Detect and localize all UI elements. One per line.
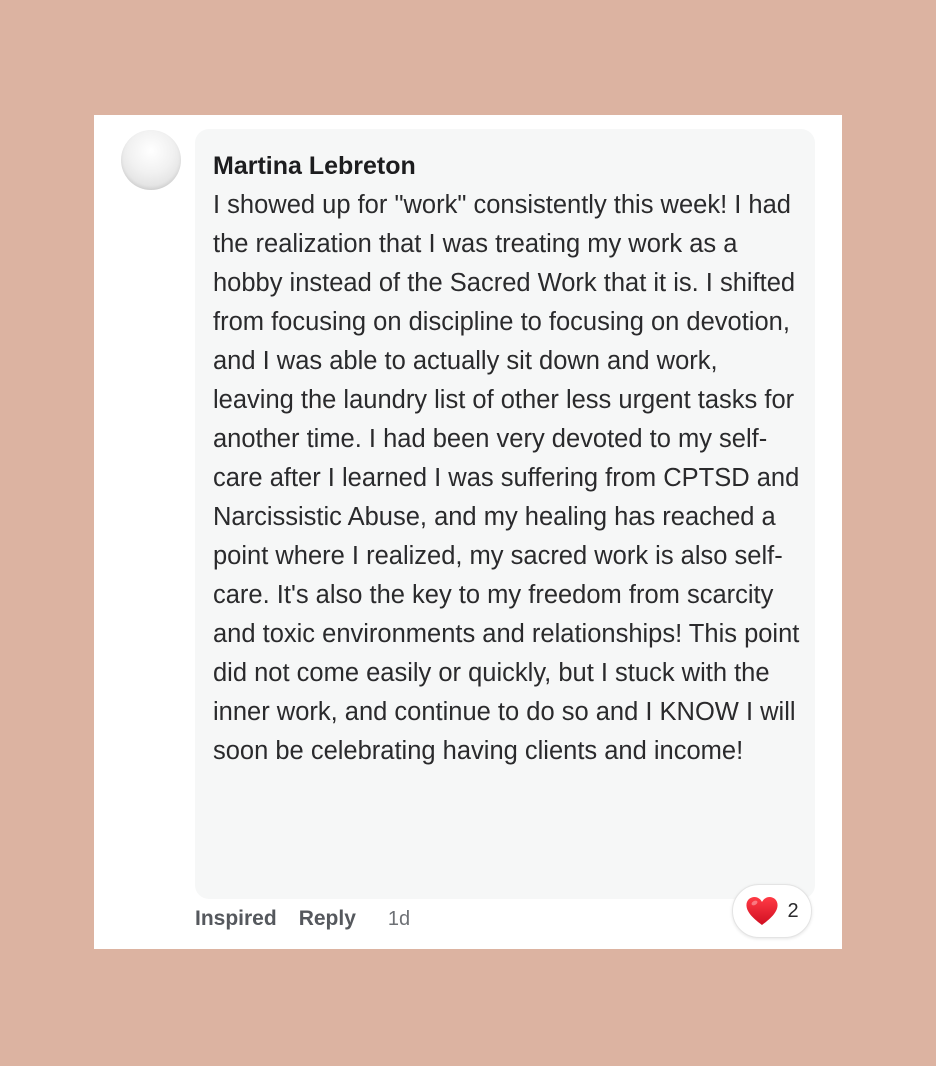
- inspired-button[interactable]: Inspired: [195, 907, 277, 931]
- comment-card: Martina Lebreton I showed up for "work" …: [94, 115, 842, 949]
- comment-text: I showed up for "work" consistently this…: [213, 191, 800, 765]
- comment-actions: Inspired Reply 1d: [195, 904, 410, 934]
- reaction-button[interactable]: 2: [732, 884, 812, 938]
- reaction-count: 2: [787, 899, 799, 922]
- comment-timestamp: 1d: [387, 907, 411, 930]
- comment-bubble: Martina Lebreton I showed up for "work" …: [195, 129, 815, 899]
- avatar[interactable]: [121, 130, 181, 190]
- heart-icon: [746, 897, 778, 925]
- reply-button[interactable]: Reply: [299, 907, 356, 931]
- comment-author[interactable]: Martina Lebreton: [213, 151, 801, 181]
